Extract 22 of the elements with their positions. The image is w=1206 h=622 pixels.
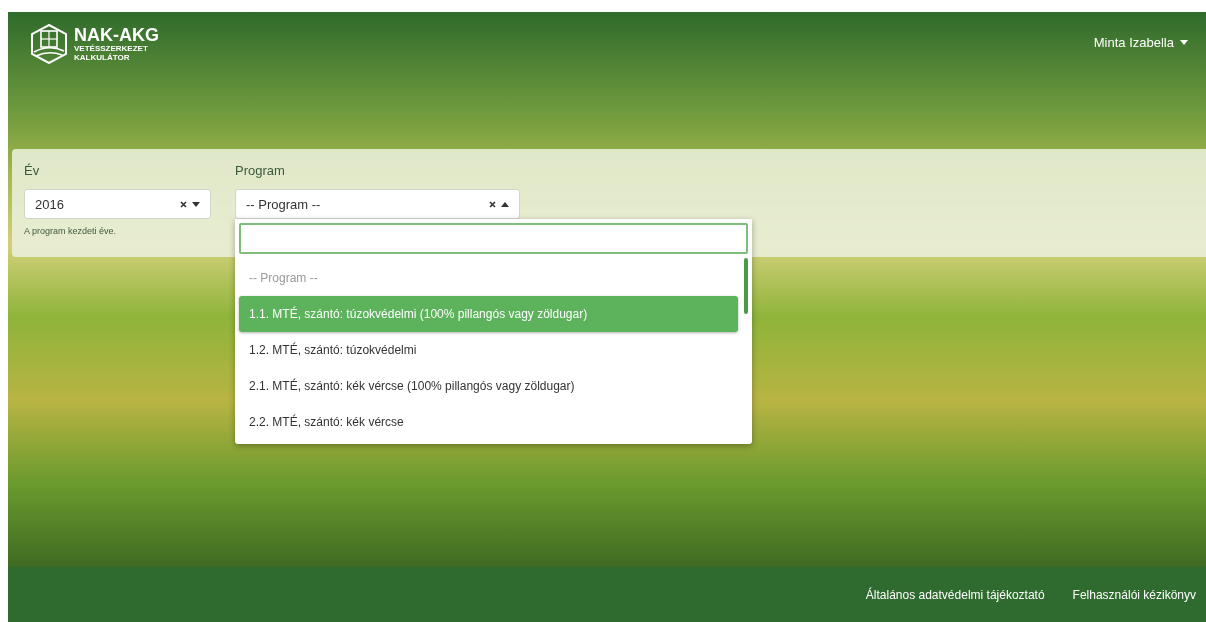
program-select[interactable]: -- Program --	[235, 189, 520, 219]
caret-up-icon	[501, 201, 509, 207]
dropdown-option[interactable]: 2.2. MTÉ, szántó: kék vércse	[239, 404, 738, 440]
scrollbar[interactable]	[744, 258, 748, 314]
dropdown-option[interactable]: 2.1. MTÉ, szántó: kék vércse (100% pillangós vagy zöldugar)	[239, 368, 738, 404]
field-label: Év	[24, 163, 41, 180]
footer-link[interactable]: Felhasználói kézikönyv	[1072, 587, 1196, 602]
logo-title: NAK-AKG	[74, 26, 159, 44]
calculator-field-logo-icon	[30, 24, 68, 64]
logo-subtitle: KALKULÁTOR	[74, 53, 131, 62]
clear-icon[interactable]	[489, 200, 496, 208]
year-select[interactable]: 2016	[24, 189, 211, 219]
footer-link[interactable]: Általános adatvédelmi tájékoztató	[865, 587, 1045, 602]
clear-icon[interactable]	[180, 200, 187, 208]
user-menu-button[interactable]: Minta Izabella	[1087, 34, 1194, 51]
help-text: A program kezdeti éve.	[24, 226, 118, 236]
caret-down-icon	[1180, 40, 1188, 45]
logo-subtitle: VETÉSSZERKEZET	[74, 44, 149, 53]
field-label: Program	[235, 163, 286, 180]
dropdown-option[interactable]: 1.2. MTÉ, szántó: túzokvédelmi	[239, 332, 738, 368]
search-field[interactable]	[239, 223, 748, 254]
caret-down-icon	[192, 201, 200, 207]
